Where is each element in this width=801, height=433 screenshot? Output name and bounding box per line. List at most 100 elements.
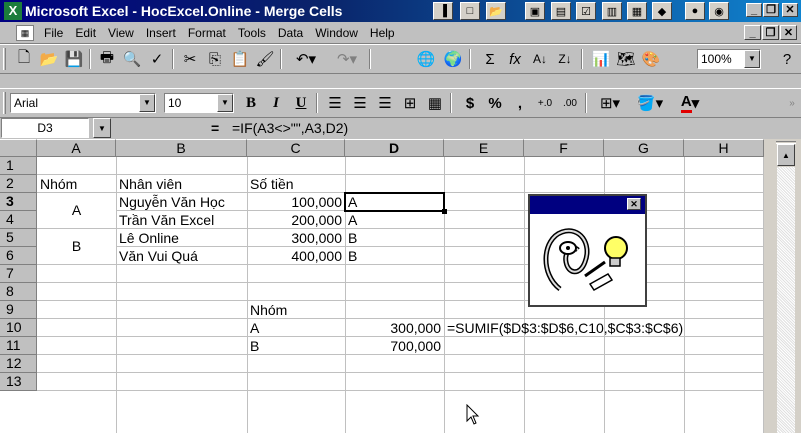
align-left-icon[interactable]: ☰ xyxy=(323,92,347,114)
cell-a5-merged[interactable]: B xyxy=(37,238,116,255)
taskbar-icon[interactable]: ▤ xyxy=(551,2,571,20)
cut-icon[interactable]: ✂ xyxy=(178,48,202,70)
menu-window[interactable]: Window xyxy=(309,26,364,40)
office-assistant[interactable]: ✕ xyxy=(528,194,647,307)
cell-d4[interactable]: A xyxy=(348,212,357,229)
column-header[interactable]: G xyxy=(604,139,684,157)
borders-icon[interactable]: ⊞▾ xyxy=(592,92,628,114)
minimize-button[interactable]: _ xyxy=(746,3,762,17)
copy-icon[interactable]: ⎘ xyxy=(203,48,227,70)
row-header[interactable]: 10 xyxy=(0,319,37,337)
chevron-down-icon[interactable]: ▼ xyxy=(217,94,233,112)
row-header[interactable]: 2 xyxy=(0,175,37,193)
taskbar-icon[interactable]: ◆ xyxy=(652,2,672,20)
autosum-icon[interactable]: Σ xyxy=(478,48,502,70)
cell-d5[interactable]: B xyxy=(348,230,357,247)
underline-icon[interactable]: U xyxy=(289,92,313,114)
column-header[interactable]: F xyxy=(524,139,604,157)
row-header[interactable]: 4 xyxy=(0,211,37,229)
print-preview-icon[interactable]: 🔍 xyxy=(120,48,144,70)
cell-b5[interactable]: Lê Online xyxy=(119,230,179,247)
doc-minimize-button[interactable]: _ xyxy=(744,25,761,40)
sort-ascending-icon[interactable]: A↓ xyxy=(528,48,552,70)
menu-file[interactable]: File xyxy=(38,26,69,40)
chevron-down-icon[interactable]: ▼ xyxy=(744,50,760,68)
bold-icon[interactable]: B xyxy=(239,92,263,114)
chart-wizard-icon[interactable]: 📊 xyxy=(589,48,613,70)
undo-icon[interactable]: ↶▾ xyxy=(287,48,325,70)
print-icon[interactable]: 🖶 xyxy=(95,48,119,70)
cell-c4[interactable]: 200,000 xyxy=(247,212,342,229)
restore-button[interactable]: ❐ xyxy=(763,3,779,17)
merge-center-icon[interactable]: ⊞ xyxy=(398,92,422,114)
menu-edit[interactable]: Edit xyxy=(69,26,102,40)
close-icon[interactable]: ✕ xyxy=(627,198,641,210)
font-color-icon[interactable]: A ▾ xyxy=(672,92,708,114)
decrease-decimal-icon[interactable]: .00 xyxy=(558,92,582,114)
column-header[interactable]: B xyxy=(116,139,247,157)
formula-input[interactable]: =IF(A3<>"",A3,D2) xyxy=(232,118,348,138)
doc-close-button[interactable]: ✕ xyxy=(780,25,797,40)
menu-data[interactable]: Data xyxy=(272,26,309,40)
cell-a2[interactable]: Nhóm xyxy=(40,176,77,193)
cell-b6[interactable]: Văn Vui Quá xyxy=(119,248,198,265)
hyperlink-icon[interactable]: 🌐 xyxy=(414,48,438,70)
active-cell-border[interactable] xyxy=(344,192,447,214)
taskbar-icon[interactable]: ● xyxy=(685,2,705,20)
grid-icon[interactable]: ▦ xyxy=(423,92,447,114)
cell-c11[interactable]: B xyxy=(250,338,259,355)
paste-function-icon[interactable]: fx xyxy=(503,48,527,70)
taskbar-icon[interactable]: □ xyxy=(460,2,480,20)
more-buttons-icon[interactable]: » xyxy=(780,92,801,114)
zoom-select[interactable]: 100% ▼ xyxy=(697,49,761,69)
spelling-icon[interactable]: ✓ xyxy=(145,48,169,70)
percent-icon[interactable]: % xyxy=(483,92,507,114)
menu-view[interactable]: View xyxy=(102,26,140,40)
worksheet-grid[interactable]: A B C D E F G H 1 2 3 4 5 6 7 8 9 10 11 … xyxy=(0,139,801,433)
chevron-down-icon[interactable]: ▼ xyxy=(139,94,155,112)
column-header[interactable]: C xyxy=(247,139,345,157)
cell-b2[interactable]: Nhân viên xyxy=(119,176,182,193)
row-header[interactable]: 5 xyxy=(0,229,37,247)
map-icon[interactable]: 🗺 xyxy=(614,48,638,70)
menu-format[interactable]: Format xyxy=(182,26,232,40)
scroll-up-icon[interactable]: ▲ xyxy=(777,144,795,166)
row-header[interactable]: 7 xyxy=(0,265,37,283)
row-header[interactable]: 13 xyxy=(0,373,37,391)
fill-color-icon[interactable]: 🪣▾ xyxy=(632,92,668,114)
select-all-corner[interactable] xyxy=(0,139,37,157)
taskbar-icon[interactable]: ▐ xyxy=(433,2,453,20)
cell-d11[interactable]: 700,000 xyxy=(345,338,441,355)
italic-icon[interactable]: I xyxy=(264,92,288,114)
drawing-icon[interactable]: 🎨 xyxy=(639,48,663,70)
currency-icon[interactable]: $ xyxy=(458,92,482,114)
column-header[interactable]: D xyxy=(345,139,444,157)
cell-d10[interactable]: 300,000 xyxy=(345,320,441,337)
name-box[interactable]: D3 xyxy=(1,118,89,138)
close-button[interactable]: ✕ xyxy=(782,3,798,17)
column-header[interactable]: E xyxy=(444,139,524,157)
row-header[interactable]: 6 xyxy=(0,247,37,265)
cell-b4[interactable]: Trần Văn Excel xyxy=(119,212,214,229)
assistant-title-bar[interactable]: ✕ xyxy=(530,196,645,214)
help-icon[interactable]: ? xyxy=(775,48,799,70)
menu-tools[interactable]: Tools xyxy=(232,26,272,40)
paste-icon[interactable]: 📋 xyxy=(228,48,252,70)
taskbar-icon[interactable]: ▦ xyxy=(627,2,647,20)
row-header[interactable]: 1 xyxy=(0,157,37,175)
taskbar-icon[interactable]: ▥ xyxy=(602,2,622,20)
row-header[interactable]: 3 xyxy=(0,193,37,211)
edit-formula-button[interactable]: = xyxy=(211,118,219,138)
chevron-down-icon[interactable]: ▼ xyxy=(93,118,111,138)
sort-descending-icon[interactable]: Z↓ xyxy=(553,48,577,70)
cell-c6[interactable]: 400,000 xyxy=(247,248,342,265)
cell-e10[interactable]: =SUMIF($D$3:$D$6,C10,$C$3:$C$6) xyxy=(447,320,683,337)
cell-c2[interactable]: Số tiền xyxy=(250,176,294,193)
doc-restore-button[interactable]: ❐ xyxy=(762,25,779,40)
row-header[interactable]: 11 xyxy=(0,337,37,355)
cell-c9[interactable]: Nhóm xyxy=(250,302,287,319)
column-header[interactable]: H xyxy=(684,139,764,157)
align-center-icon[interactable]: ☰ xyxy=(348,92,372,114)
save-icon[interactable]: 💾 xyxy=(62,48,86,70)
comma-icon[interactable]: , xyxy=(508,92,532,114)
